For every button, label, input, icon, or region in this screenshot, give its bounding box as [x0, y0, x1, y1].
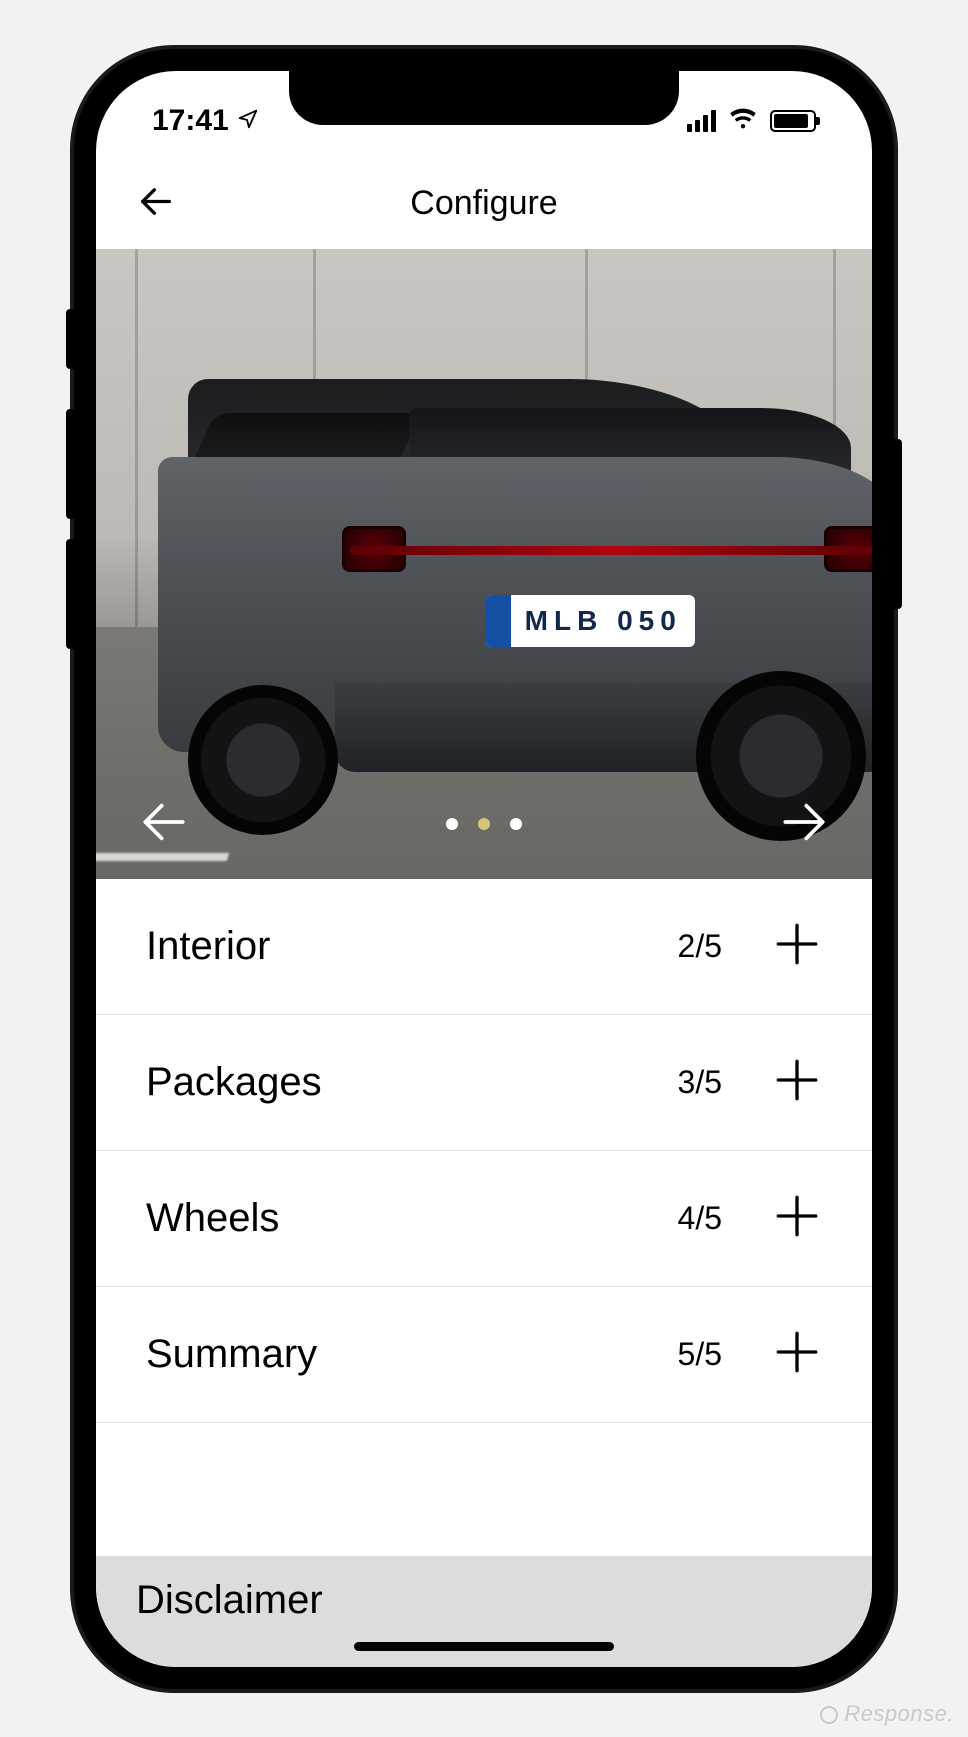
car-image-carousel[interactable]: MLB 050 — [96, 249, 872, 879]
footer: Disclaimer — [96, 1556, 872, 1667]
power-button — [894, 439, 902, 609]
wifi-icon — [728, 107, 758, 134]
config-row-label: Interior — [146, 924, 271, 969]
carousel-dot-2[interactable] — [510, 818, 522, 830]
config-row-step: 4/5 — [678, 1200, 722, 1237]
config-section-list: Interior 2/5 Packages 3/5 Wheels 4/5 — [96, 879, 872, 1556]
license-plate-text: MLB 050 — [525, 605, 682, 637]
back-button[interactable] — [136, 181, 176, 226]
carousel-next-button[interactable] — [776, 794, 832, 855]
disclaimer-link[interactable]: Disclaimer — [136, 1578, 323, 1622]
car-illustration: MLB 050 — [158, 349, 872, 840]
plus-icon — [772, 1191, 822, 1246]
status-left: 17:41 — [152, 104, 259, 138]
battery-icon — [770, 110, 816, 132]
carousel-dot-0[interactable] — [446, 818, 458, 830]
carousel-prev-button[interactable] — [136, 794, 192, 855]
plus-icon — [772, 1055, 822, 1110]
location-icon — [237, 104, 259, 138]
page-title: Configure — [410, 184, 557, 223]
status-right — [687, 107, 816, 134]
carousel-dot-1[interactable] — [478, 818, 490, 830]
config-row-packages[interactable]: Packages 3/5 — [96, 1015, 872, 1151]
config-row-summary[interactable]: Summary 5/5 — [96, 1287, 872, 1423]
watermark: Response. — [820, 1701, 954, 1727]
volume-up-button — [66, 409, 74, 519]
notch — [289, 71, 679, 125]
status-time: 17:41 — [152, 104, 229, 138]
plus-icon — [772, 1327, 822, 1382]
mute-switch — [66, 309, 74, 369]
phone-frame: 17:41 Configure — [74, 49, 894, 1689]
plus-icon — [772, 919, 822, 974]
carousel-dots — [446, 818, 522, 830]
volume-down-button — [66, 539, 74, 649]
config-row-label: Wheels — [146, 1196, 279, 1241]
license-plate: MLB 050 — [485, 595, 695, 647]
config-row-step: 5/5 — [678, 1336, 722, 1373]
carousel-controls — [96, 794, 872, 855]
screen: 17:41 Configure — [96, 71, 872, 1667]
config-row-step: 2/5 — [678, 928, 722, 965]
config-row-step: 3/5 — [678, 1064, 722, 1101]
config-row-wheels[interactable]: Wheels 4/5 — [96, 1151, 872, 1287]
cellular-icon — [687, 110, 716, 132]
home-indicator[interactable] — [354, 1642, 614, 1651]
config-row-interior[interactable]: Interior 2/5 — [96, 879, 872, 1015]
nav-bar: Configure — [96, 159, 872, 249]
config-row-label: Summary — [146, 1332, 317, 1377]
config-row-label: Packages — [146, 1060, 322, 1105]
